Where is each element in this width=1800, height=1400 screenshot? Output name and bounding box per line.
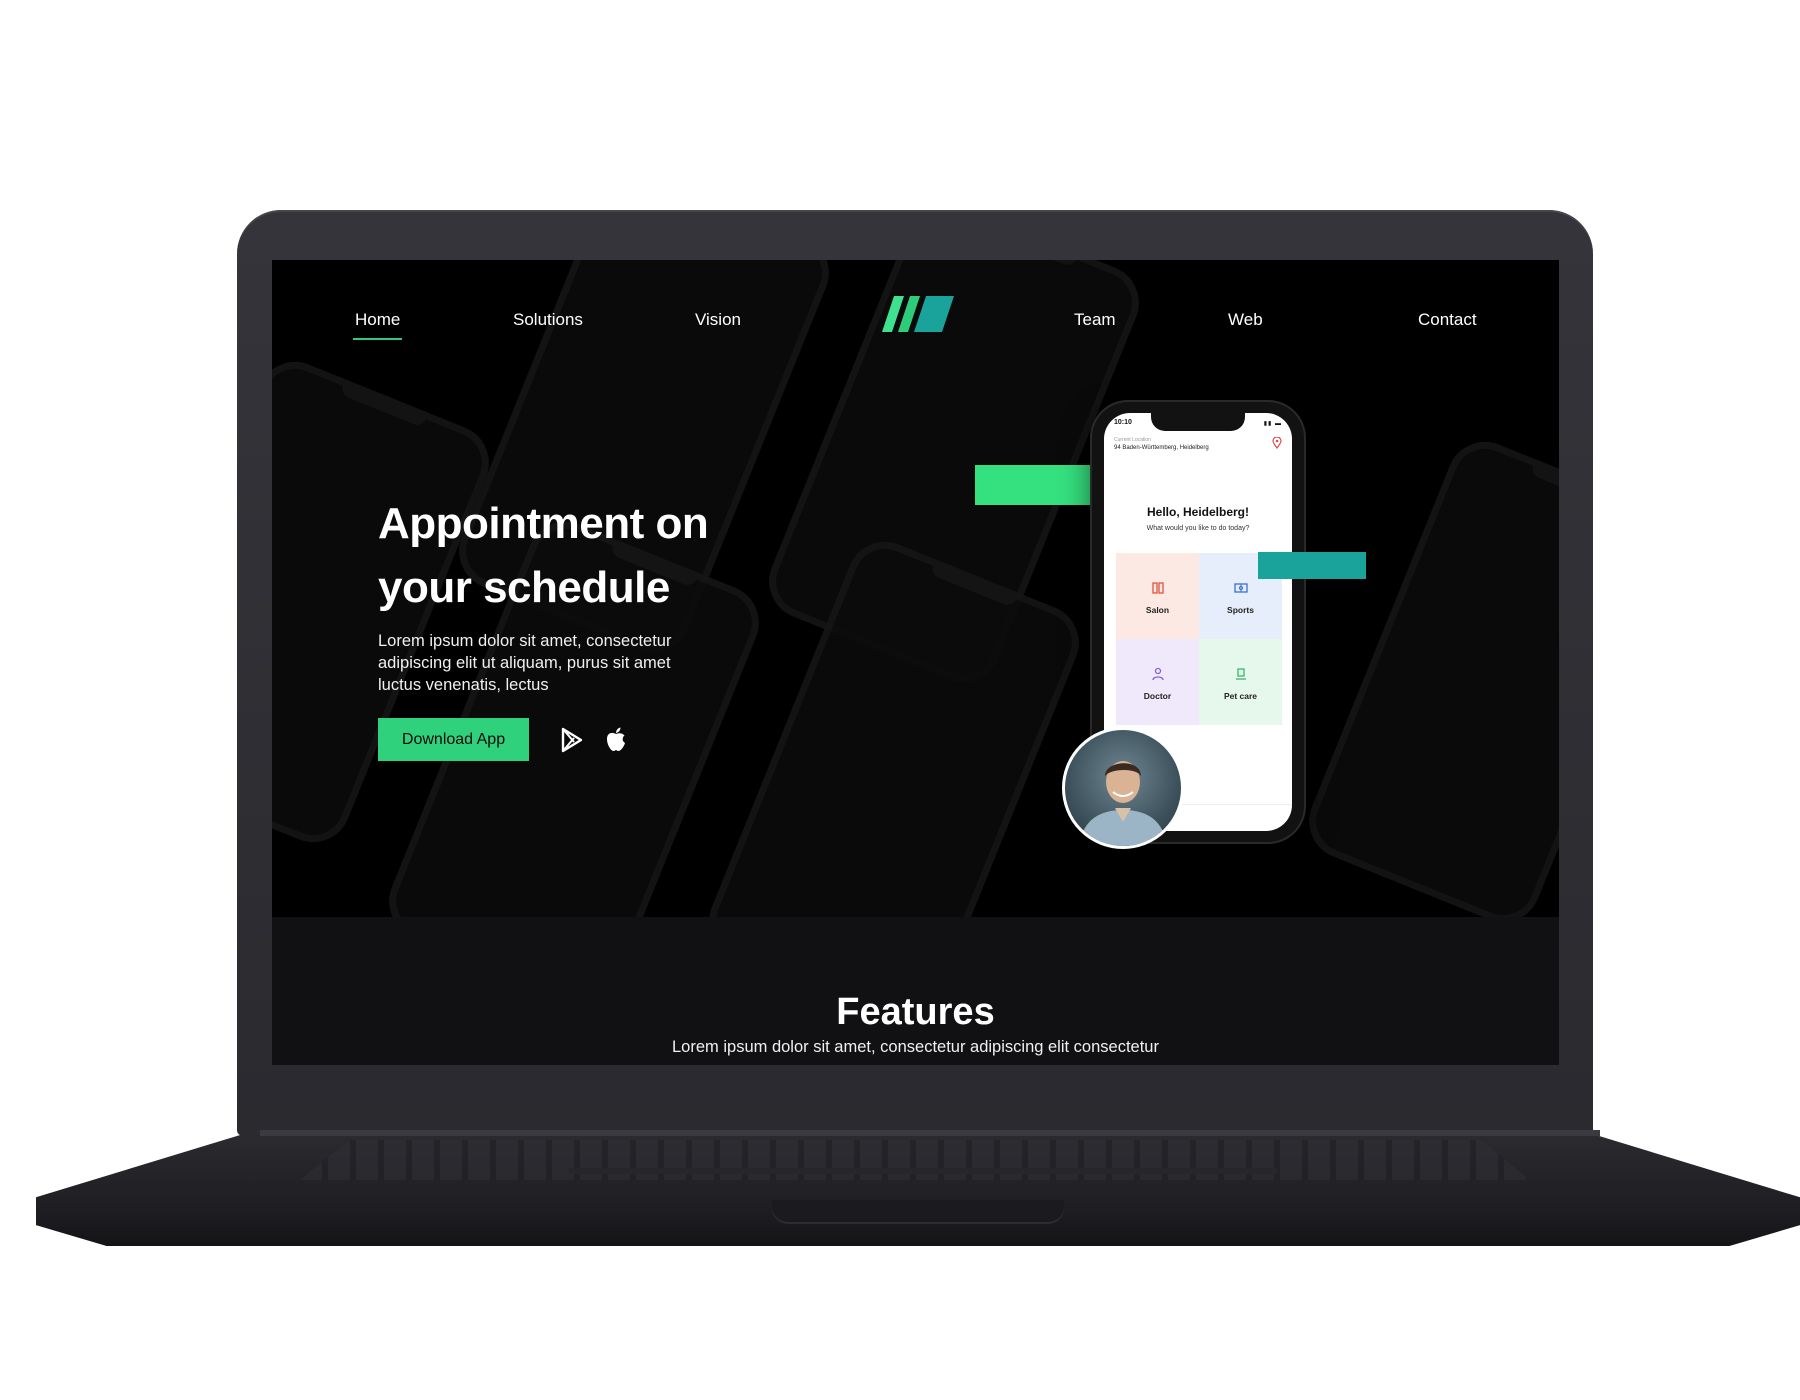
category-salon[interactable]: Salon bbox=[1116, 553, 1199, 639]
laptop-hinge bbox=[260, 1130, 1600, 1136]
brand-logo[interactable] bbox=[882, 296, 954, 332]
phone-time: 10:10 bbox=[1114, 419, 1132, 426]
nav-contact[interactable]: Contact bbox=[1418, 308, 1477, 332]
location-pin-icon[interactable] bbox=[1272, 437, 1282, 449]
download-app-button[interactable]: Download App bbox=[378, 718, 529, 761]
phone-notch bbox=[1151, 413, 1245, 431]
location-label: Current Location bbox=[1114, 437, 1151, 443]
avatar bbox=[1062, 727, 1184, 849]
salon-icon bbox=[1151, 582, 1164, 594]
nav-web[interactable]: Web bbox=[1228, 308, 1263, 332]
laptop-keyboard bbox=[300, 1140, 1530, 1180]
category-doctor[interactable]: Doctor bbox=[1116, 639, 1199, 725]
nav-solutions[interactable]: Solutions bbox=[513, 308, 583, 332]
nav-home[interactable]: Home bbox=[352, 308, 403, 340]
doctor-icon bbox=[1151, 667, 1164, 681]
hero-subtitle: Lorem ipsum dolor sit amet, consectetur … bbox=[378, 632, 672, 694]
accent-bar-teal bbox=[1258, 552, 1366, 579]
laptop-opening-notch bbox=[772, 1200, 1064, 1224]
person-illustration bbox=[1079, 761, 1167, 846]
background-phone bbox=[1297, 430, 1559, 934]
category-label: Salon bbox=[1145, 605, 1170, 615]
features-title: Features bbox=[836, 991, 995, 1033]
category-pet-care[interactable]: Pet care bbox=[1199, 639, 1282, 725]
category-label: Sports bbox=[1227, 605, 1254, 615]
laptop-screen: Home Solutions Vision Team Web Contact A… bbox=[272, 260, 1559, 1065]
apple-icon[interactable] bbox=[602, 726, 630, 754]
nav-vision[interactable]: Vision bbox=[695, 308, 741, 332]
signal-battery-icon: ▮▮ ▬ bbox=[1263, 421, 1282, 427]
pet-care-icon bbox=[1235, 668, 1246, 680]
category-label: Doctor bbox=[1143, 691, 1172, 701]
phone-question: What would you like to do today? bbox=[1146, 525, 1250, 532]
sports-icon bbox=[1233, 583, 1248, 593]
category-label: Pet care bbox=[1223, 691, 1258, 701]
google-play-icon[interactable] bbox=[558, 726, 586, 754]
features-subtitle: Lorem ipsum dolor sit amet, consectetur … bbox=[672, 1038, 1159, 1056]
phone-greeting: Hello, Heidelberg! bbox=[1146, 505, 1250, 519]
nav-team[interactable]: Team bbox=[1074, 308, 1116, 332]
hero-title: Appointment on your schedule bbox=[378, 499, 709, 612]
location-value: 94 Baden-Württemberg, Heidelberg bbox=[1114, 445, 1209, 451]
laptop-trackpad bbox=[568, 1168, 1278, 1174]
